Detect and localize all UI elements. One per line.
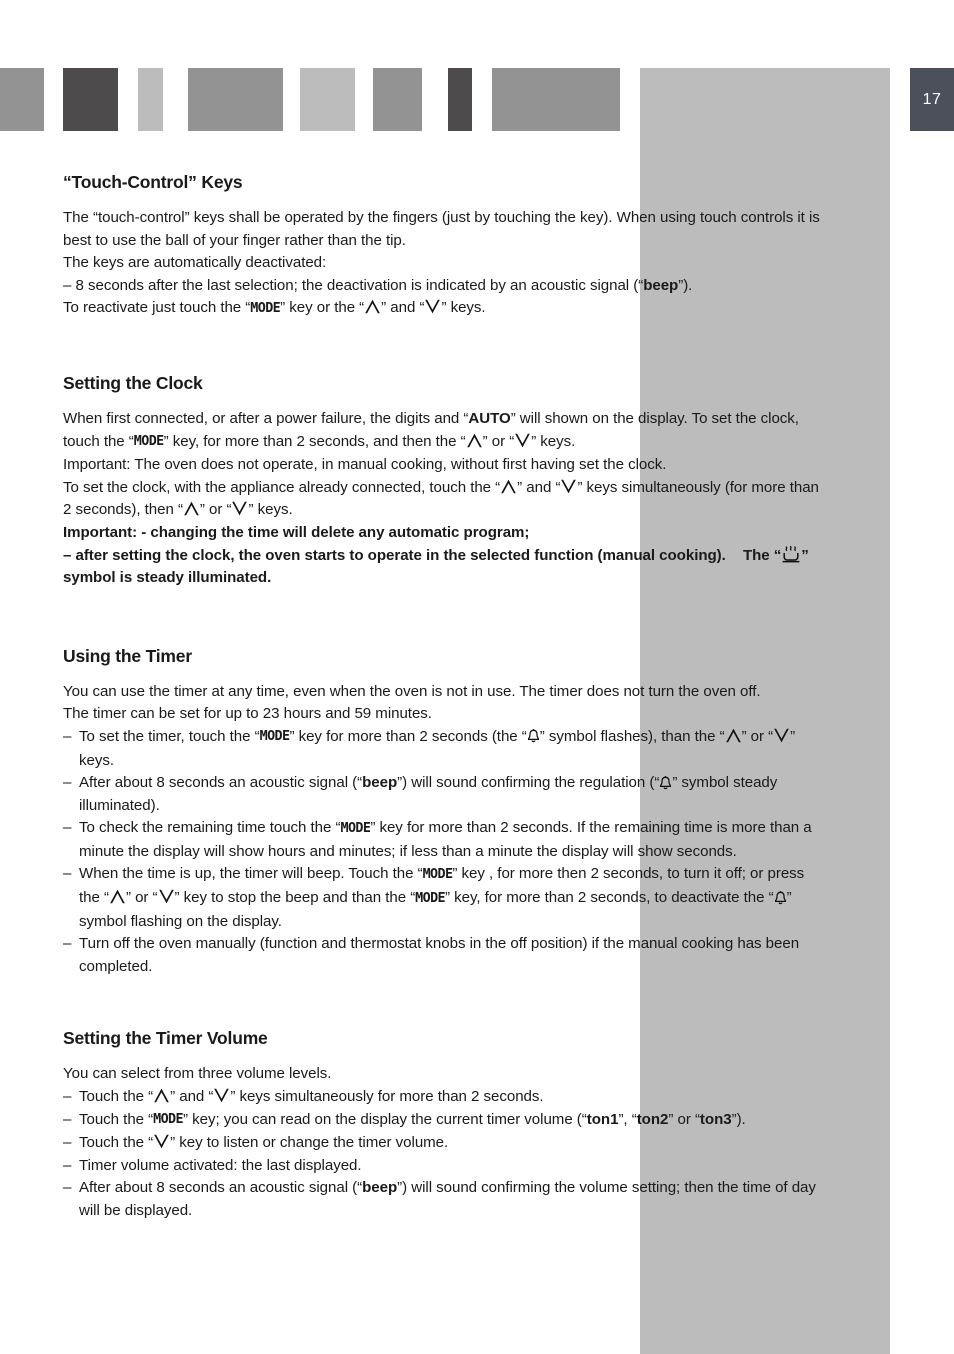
up-arrow-icon [725,728,742,743]
bar-1 [0,68,44,131]
paragraph: Important: The oven does not operate, in… [63,456,667,474]
mode-key-glyph: MODE [153,1112,183,1128]
paragraph: To reactivate just touch the “MODE” key … [63,299,486,317]
section-timer: Using the Timer You can use the timer at … [63,646,825,979]
down-arrow-icon [213,1088,230,1103]
bullet-item: To set the timer, touch the “MODE” key f… [63,726,825,772]
bullet-item: Turn off the oven manually (function and… [63,933,825,978]
up-arrow-icon [109,889,126,904]
emphasis-text: beep [362,1179,398,1197]
page-number: 17 [922,90,942,108]
paragraph: When first connected, or after a power f… [63,409,799,450]
paragraph: – after setting the clock, the oven star… [63,546,809,587]
paragraph: Important: - changing the time will dele… [63,523,530,541]
paragraph: You can use the timer at any time, even … [63,682,761,700]
mode-key-glyph: MODE [422,866,453,882]
mode-key-glyph: MODE [133,434,164,450]
bell-icon [774,890,787,905]
bullet-item: Timer volume activated: the last display… [63,1155,825,1178]
up-arrow-icon [153,1088,170,1103]
bar-6 [373,68,422,131]
bullet-list: Touch the “” and “” keys simultaneously … [63,1086,825,1223]
up-arrow-icon [500,479,517,494]
mode-key-glyph: MODE [259,729,290,745]
emphasis-text: beep [643,276,679,294]
down-arrow-icon [560,479,577,494]
section-heading-touch: “Touch-Control” Keys [63,172,243,192]
section-heading-clock: Setting the Clock [63,372,203,393]
section-heading-volume: Setting the Timer Volume [63,1028,268,1049]
bar-8 [492,68,620,131]
down-arrow-icon [158,889,175,904]
paragraph: The timer can be set for up to 23 hours … [63,705,432,723]
bar-3 [138,68,163,131]
emphasis-text: ton2 [636,1110,669,1128]
bell-icon [527,728,540,743]
emphasis-text: ton3 [699,1110,732,1128]
section-heading-timer: Using the Timer [63,645,192,666]
bullet-item: After about 8 seconds an acoustic signal… [63,1177,825,1222]
mode-key-glyph: MODE [250,300,281,316]
bullet-item: Touch the “MODE” key; you can read on th… [63,1109,825,1133]
emphasis-text: beep [362,774,398,792]
down-arrow-icon [153,1134,170,1149]
page-content: “Touch-Control” Keys The “touch-control” … [63,172,825,1223]
section-volume: Setting the Timer Volume You can select f… [63,1028,825,1222]
down-arrow-icon [514,433,531,448]
page-number-badge: 17 [910,68,954,131]
paragraph: You can select from three volume levels. [63,1065,332,1083]
paragraph: To set the clock, with the appliance alr… [63,478,819,519]
mode-key-glyph: MODE [340,820,371,836]
mode-key-glyph: MODE [415,890,446,906]
up-arrow-icon [466,433,483,448]
bullet-item: Touch the “” key to listen or change the… [63,1132,825,1155]
bar-7 [448,68,472,131]
bullet-item: After about 8 seconds an acoustic signal… [63,772,825,817]
bullet-list: To set the timer, touch the “MODE” key f… [63,726,825,979]
paragraph: The keys are automatically deactivated: [63,254,327,272]
bar-2 [63,68,118,131]
section-clock: Setting the Clock When first connected, o… [63,373,825,590]
up-arrow-icon [183,501,200,516]
bullet-item: Touch the “” and “” keys simultaneously … [63,1086,825,1109]
bar-4 [188,68,283,131]
bell-icon [659,775,672,790]
up-arrow-icon [364,299,381,314]
section-touch: “Touch-Control” Keys The “touch-control” … [63,172,825,321]
paragraph: The “touch-control” keys shall be operat… [63,209,820,249]
emphasis-text: AUTO [468,409,511,427]
down-arrow-icon [773,728,790,743]
paragraph: – 8 seconds after the last selection; th… [63,276,693,294]
bar-5 [300,68,355,131]
oven-heat-icon [781,546,801,563]
down-arrow-icon [231,501,248,516]
bullet-item: To check the remaining time touch the “M… [63,817,825,863]
emphasis-text: ton1 [586,1110,619,1128]
bullet-item: When the time is up, the timer will beep… [63,863,825,933]
down-arrow-icon [424,299,441,314]
